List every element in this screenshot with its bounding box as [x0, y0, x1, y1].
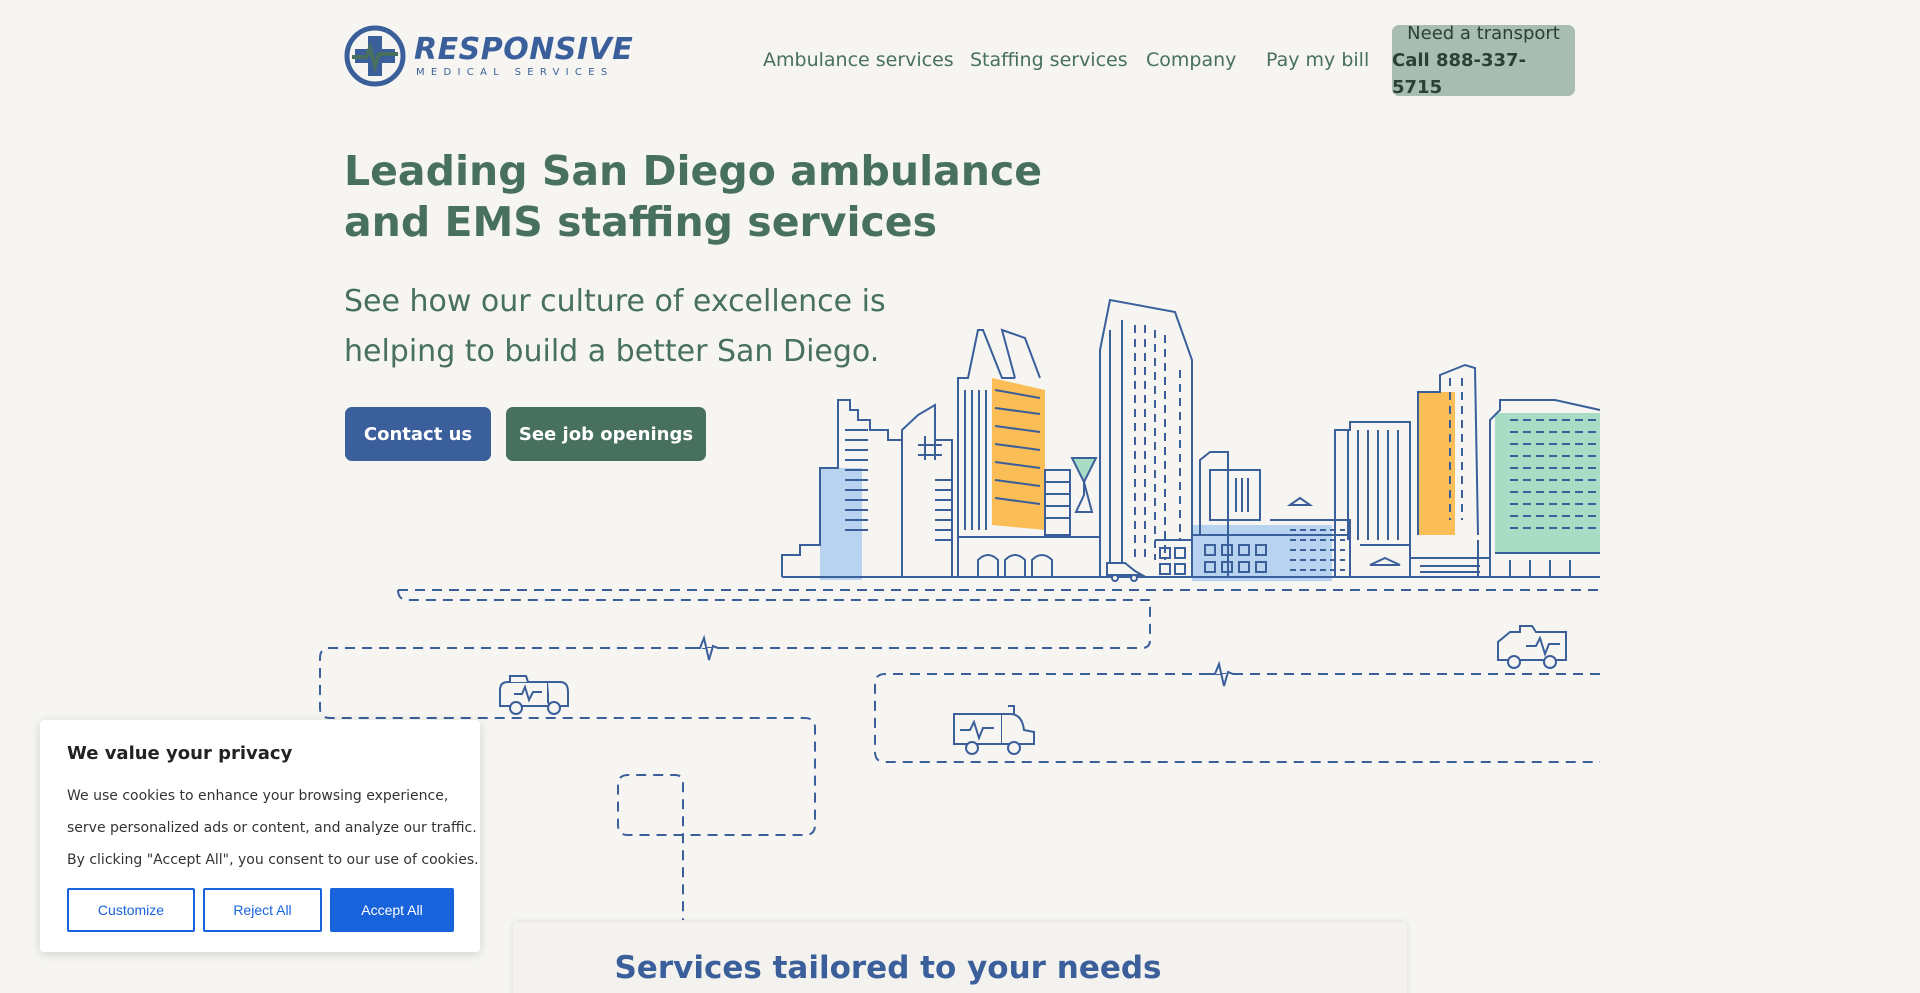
cookie-title: We value your privacy — [67, 743, 293, 764]
hero-subtitle-line: See how our culture of excellence is — [344, 284, 886, 319]
hero-title: Leading San Diego ambulance and EMS staf… — [344, 146, 1044, 248]
cta-phone: Call 888-337-5715 — [1392, 50, 1527, 98]
logo-name: RESPONSIVE — [414, 32, 634, 67]
customize-button[interactable]: Customize — [67, 888, 195, 932]
site-header: RESPONSIVE MEDICAL SERVICES Ambulance se… — [0, 0, 1920, 120]
cookie-text: We use cookies to enhance your browsing … — [67, 780, 479, 876]
accept-all-button[interactable]: Accept All — [330, 888, 454, 932]
nav-company[interactable]: Company — [1146, 49, 1236, 71]
ambulance-icon — [1497, 625, 1567, 669]
ambulance-icon — [953, 705, 1035, 755]
ambulance-icon — [499, 675, 569, 715]
cookie-text-line: serve personalized ads or content, and a… — [67, 820, 477, 836]
reject-all-button[interactable]: Reject All — [203, 888, 322, 932]
hero-subtitle-line: helping to build a better San Diego. — [344, 334, 880, 369]
nav-staffing-services[interactable]: Staffing services — [970, 49, 1128, 71]
hero-title-line: and EMS staffing services — [344, 198, 938, 246]
call-transport-button[interactable]: Need a transport Call 888-337-5715 — [1392, 23, 1575, 98]
hero-subtitle: See how our culture of excellence is hel… — [344, 277, 964, 377]
logo-tagline: MEDICAL SERVICES — [416, 67, 614, 78]
see-job-openings-button[interactable]: See job openings — [506, 407, 706, 461]
cookie-banner: We value your privacy We use cookies to … — [40, 720, 480, 952]
nav-ambulance-services[interactable]: Ambulance services — [763, 49, 954, 71]
logo[interactable]: RESPONSIVE MEDICAL SERVICES — [344, 24, 633, 88]
cookie-text-line: By clicking "Accept All", you consent to… — [67, 852, 479, 868]
cookie-text-line: We use cookies to enhance your browsing … — [67, 788, 449, 804]
contact-us-button[interactable]: Contact us — [345, 407, 491, 461]
cta-label: Need a transport — [1407, 23, 1560, 44]
services-section: Services tailored to your needs — [513, 922, 1407, 993]
services-title: Services tailored to your needs — [614, 950, 1162, 986]
cookie-actions: Customize Reject All Accept All — [67, 888, 462, 932]
hero-title-line: Leading San Diego ambulance — [344, 147, 1043, 195]
nav-pay-my-bill[interactable]: Pay my bill — [1266, 49, 1369, 71]
logo-cross-icon — [344, 25, 406, 87]
